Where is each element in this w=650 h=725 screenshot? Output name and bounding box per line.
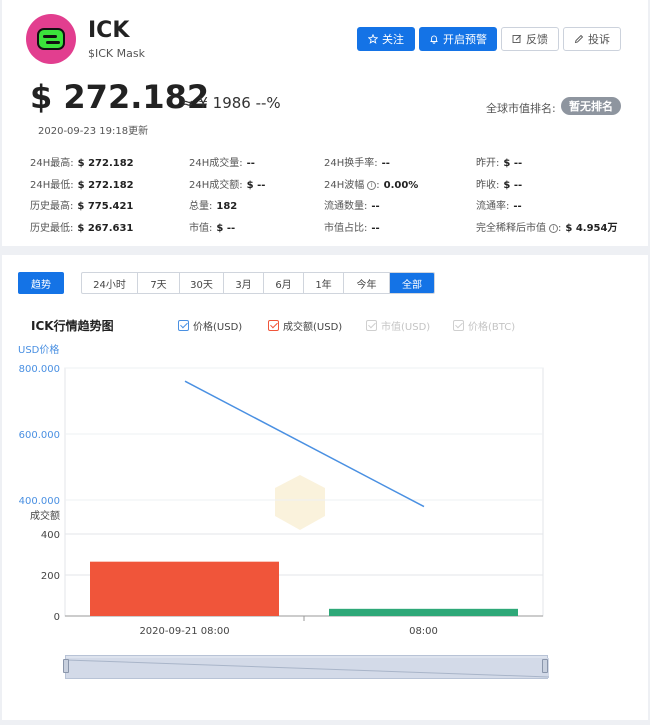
stat-label: 流通率: [476,201,510,212]
star-icon [368,34,378,44]
stat-value: -- [381,158,390,169]
stat-label: 24H波幅 [324,180,365,191]
stat-label: 24H成交量: [189,158,243,169]
stat-value: $ 267.631 [77,223,134,234]
info-icon[interactable]: i [367,181,377,190]
stat-value: -- [371,223,380,234]
feedback-button[interactable]: 反馈 [501,27,559,51]
range-tab[interactable]: 24小时 [82,273,138,293]
follow-label: 关注 [382,33,404,46]
volume-axis-label: 成交额 [30,509,60,522]
stat-label: 24H换手率: [324,158,378,169]
stat-value: -- [246,158,255,169]
watermark-logo [275,475,325,530]
range-tab[interactable]: 7天 [138,273,180,293]
info-icon[interactable]: i [549,224,558,233]
stat-value: $ 272.182 [77,180,134,191]
complain-label: 投诉 [588,33,610,46]
stat-value: 0.00% [383,180,419,191]
stat-value: $ -- [216,223,236,234]
stat-value: $ -- [503,158,523,169]
stat-item: 24H换手率: -- [324,154,390,169]
pencil-icon [574,34,584,44]
coin-symbol: ICK [88,18,130,43]
stat-item: 流通率: -- [476,197,522,212]
stat-value: 182 [216,201,238,212]
stat-value: $ 272.182 [77,158,134,169]
slider-preview [65,658,550,678]
stat-label: 总量: [189,201,213,212]
slider-left-handle[interactable] [63,659,69,673]
stat-label: 流通数量: [324,201,368,212]
stat-value: $ -- [246,180,266,191]
volume-tick-label: 400 [41,530,60,541]
global-rank-badge: 暂无排名 [561,97,621,115]
range-tab[interactable]: 今年 [344,273,390,293]
stat-label: 历史最低: [30,223,74,234]
stat-item: 24H波幅 i:0.00% [324,176,418,191]
range-selector: 24小时 7天 30天 3月 6月 1年 今年 全部 [81,272,435,294]
stat-value: $ 775.421 [77,201,134,212]
range-tab[interactable]: 全部 [390,273,434,293]
range-tab[interactable]: 6月 [264,273,304,293]
follow-button[interactable]: 关注 [357,27,415,51]
stat-value: $ -- [503,180,523,191]
complain-button[interactable]: 投诉 [563,27,621,51]
volume-tick-label: 0 [54,612,60,623]
stat-item: 历史最低: $ 267.631 [30,219,133,234]
stat-item: 流通数量: -- [324,197,380,212]
range-tab[interactable]: 1年 [304,273,344,293]
alert-button[interactable]: 开启预警 [419,27,497,51]
stat-colon: : [558,223,562,234]
update-time: 2020-09-23 19:18更新 [38,126,149,137]
stat-value: $ 4.954万 [565,223,618,234]
stat-item: 总量: 182 [189,197,237,212]
price-tick-label: 400.000 [19,496,60,507]
coin-logo [26,14,76,64]
tab-trend[interactable]: 趋势 [18,272,64,294]
price-cny-change: ≈ ¥ 1986 --% [181,94,281,112]
feedback-label: 反馈 [526,33,548,46]
alert-label: 开启预警 [443,33,487,46]
stat-colon: : [376,180,380,191]
stat-label: 完全稀释后市值 [476,223,546,234]
stat-label: 历史最高: [30,201,74,212]
volume-bar [90,561,279,616]
x-tick-label: 2020-09-21 08:00 [139,626,229,637]
x-tick-label: 08:00 [409,626,438,637]
stat-item: 市值占比: -- [324,219,380,234]
stat-value: -- [371,201,380,212]
stat-label: 市值占比: [324,223,368,234]
stat-label: 昨收: [476,180,500,191]
stat-label: 24H成交额: [189,180,243,191]
range-tab[interactable]: 30天 [180,273,224,293]
stat-item: 完全稀释后市值 i: $ 4.954万 [476,219,617,234]
volume-bar [329,608,518,616]
stat-item: 24H成交量: -- [189,154,255,169]
price-tick-label: 800.000 [19,364,60,375]
coin-name: $ICK Mask [88,47,145,60]
stat-item: 24H最高: $ 272.182 [30,154,134,169]
slider-right-handle[interactable] [542,659,548,673]
stat-item: 24H最低: $ 272.182 [30,176,134,191]
zoom-slider[interactable] [65,655,550,679]
volume-tick-label: 200 [41,571,60,582]
range-tab[interactable]: 3月 [224,273,264,293]
stat-item: 昨收: $ -- [476,176,522,191]
global-rank-label: 全球市值排名: [486,102,556,115]
stat-value: -- [513,201,522,212]
stat-label: 市值: [189,223,213,234]
stat-label: 24H最高: [30,158,74,169]
stat-item: 历史最高: $ 775.421 [30,197,133,212]
edit-icon [512,34,522,43]
stat-label: 昨开: [476,158,500,169]
stat-item: 昨开: $ -- [476,154,522,169]
bell-icon [430,35,438,44]
stat-item: 24H成交额: $ -- [189,176,265,191]
price-axis-label: USD价格 [18,343,59,356]
price-tick-label: 600.000 [19,430,60,441]
stat-label: 24H最低: [30,180,74,191]
price-volume-chart: 800.000 600.000 400.000 USD价格 400 200 0 成交额 2020… [18,343,544,637]
stat-item: 市值: $ -- [189,219,235,234]
